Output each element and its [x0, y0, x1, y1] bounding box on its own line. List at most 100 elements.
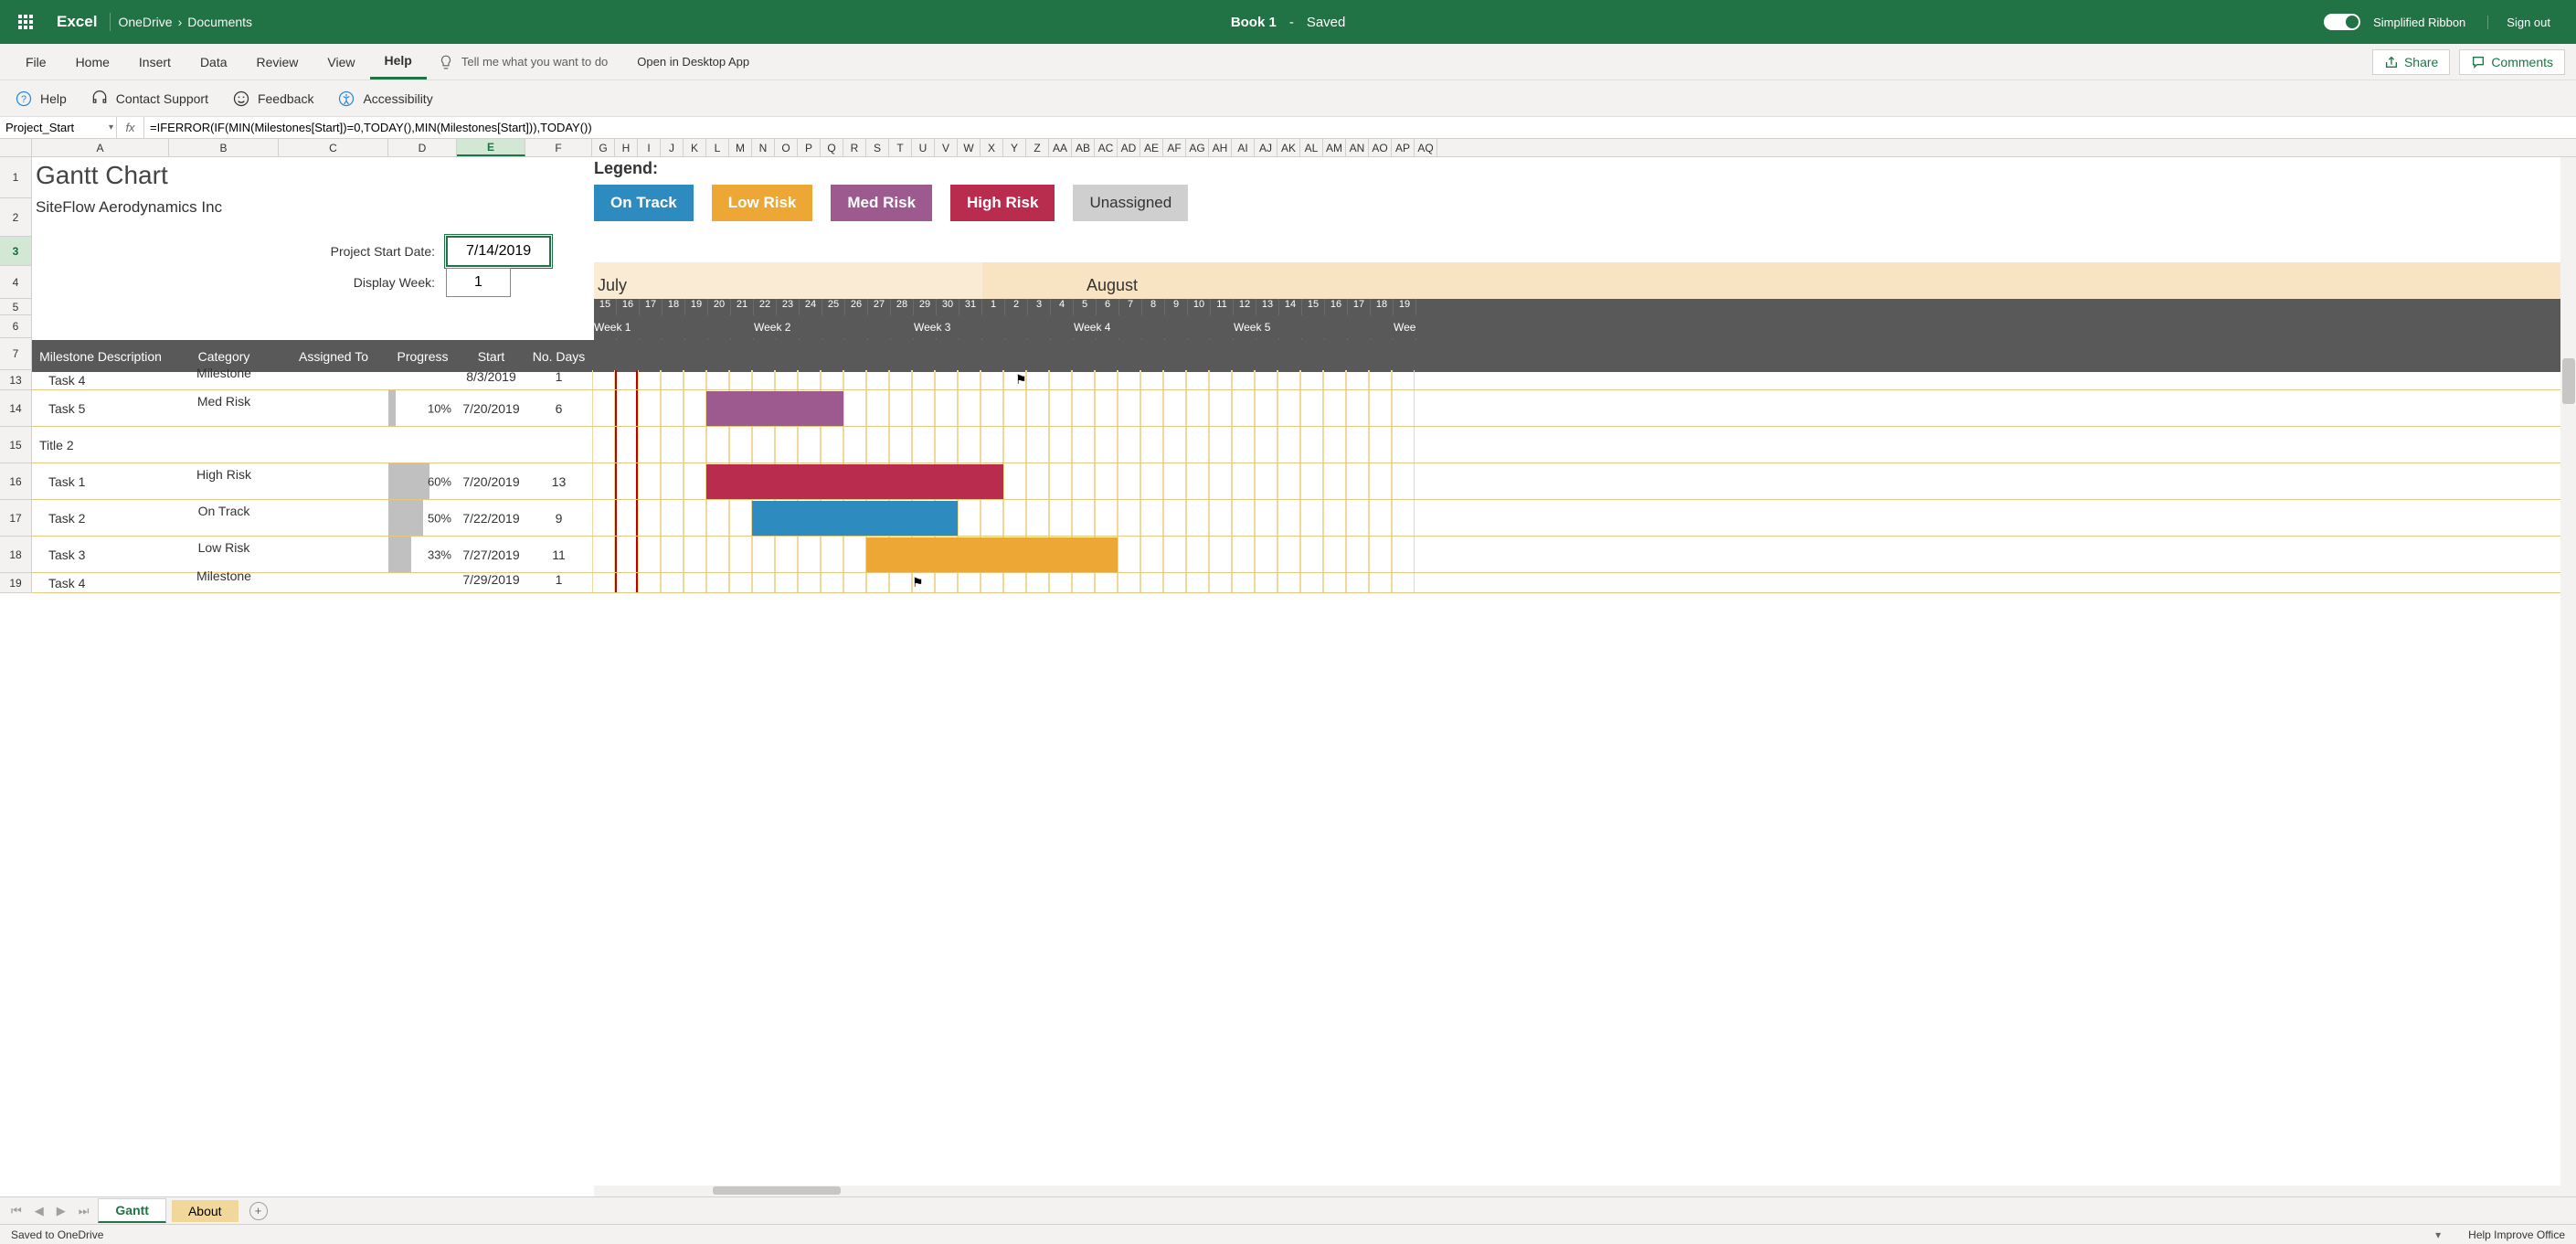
task-row[interactable]: Task 4Milestone7/29/20191⚑ — [32, 573, 2576, 593]
col-header-N[interactable]: N — [752, 139, 775, 156]
col-header-AA[interactable]: AA — [1049, 139, 1072, 156]
app-name[interactable]: Excel — [44, 13, 111, 31]
row-header-6[interactable]: 6 — [0, 315, 31, 338]
row-header-13[interactable]: 13 — [0, 370, 31, 390]
sheet-tab-gantt[interactable]: Gantt — [98, 1198, 166, 1223]
row-header-17[interactable]: 17 — [0, 500, 31, 537]
add-sheet-button[interactable]: + — [249, 1202, 268, 1220]
col-header-AG[interactable]: AG — [1186, 139, 1209, 156]
ribbon-tab-data[interactable]: Data — [186, 44, 242, 80]
status-right[interactable]: Help Improve Office — [2468, 1228, 2565, 1241]
col-header-M[interactable]: M — [729, 139, 752, 156]
row-header-4[interactable]: 4 — [0, 266, 31, 299]
sheet-tab-about[interactable]: About — [172, 1200, 239, 1222]
col-header-W[interactable]: W — [958, 139, 981, 156]
row-header-2[interactable]: 2 — [0, 198, 31, 237]
col-header-X[interactable]: X — [981, 139, 1003, 156]
col-header-G[interactable]: G — [592, 139, 615, 156]
col-header-AI[interactable]: AI — [1232, 139, 1255, 156]
col-header-D[interactable]: D — [388, 139, 457, 156]
col-header-AD[interactable]: AD — [1118, 139, 1140, 156]
col-header-L[interactable]: L — [706, 139, 729, 156]
comments-button[interactable]: Comments — [2459, 49, 2565, 75]
col-header-T[interactable]: T — [889, 139, 912, 156]
col-header-A[interactable]: A — [32, 139, 169, 156]
task-row[interactable]: Task 1High Risk60%7/20/201913 — [32, 463, 2576, 500]
col-header-Z[interactable]: Z — [1026, 139, 1049, 156]
row-header-3[interactable]: 3 — [0, 237, 31, 266]
col-header-AC[interactable]: AC — [1095, 139, 1118, 156]
col-header-I[interactable]: I — [638, 139, 661, 156]
col-header-AK[interactable]: AK — [1277, 139, 1300, 156]
v-scroll-thumb[interactable] — [2562, 358, 2575, 404]
app-launcher-icon[interactable] — [7, 15, 44, 29]
col-header-Y[interactable]: Y — [1003, 139, 1026, 156]
row-header-16[interactable]: 16 — [0, 463, 31, 500]
ribbon-tab-view[interactable]: View — [313, 44, 369, 80]
row-header-1[interactable]: 1 — [0, 157, 31, 198]
col-header-Q[interactable]: Q — [821, 139, 843, 156]
row-header-5[interactable]: 5 — [0, 299, 31, 315]
col-header-F[interactable]: F — [525, 139, 592, 156]
col-header-E[interactable]: E — [457, 139, 525, 156]
sheet-nav-last-icon[interactable]: ⏭ — [75, 1202, 93, 1220]
col-header-R[interactable]: R — [843, 139, 866, 156]
sheet-nav-first-icon[interactable]: ⏮ — [7, 1202, 26, 1220]
breadcrumb-onedrive[interactable]: OneDrive — [118, 15, 172, 29]
col-header-AO[interactable]: AO — [1369, 139, 1392, 156]
col-header-AP[interactable]: AP — [1392, 139, 1415, 156]
vertical-scrollbar[interactable] — [2560, 157, 2576, 1196]
ribbon-toggle[interactable] — [2324, 14, 2360, 30]
tell-me[interactable]: Tell me what you want to do — [438, 54, 608, 70]
task-row[interactable]: Task 5Med Risk10%7/20/20196 — [32, 390, 2576, 427]
col-header-J[interactable]: J — [661, 139, 684, 156]
task-row[interactable]: Title 2 — [32, 427, 2576, 463]
task-row[interactable]: Task 3Low Risk33%7/27/201911 — [32, 537, 2576, 573]
sign-out-link[interactable]: Sign out — [2487, 16, 2569, 29]
col-header-AM[interactable]: AM — [1323, 139, 1346, 156]
ribbon-tab-review[interactable]: Review — [242, 44, 313, 80]
row-header-15[interactable]: 15 — [0, 427, 31, 463]
status-dropdown-icon[interactable]: ▾ — [2435, 1228, 2441, 1241]
col-header-AJ[interactable]: AJ — [1255, 139, 1277, 156]
col-header-C[interactable]: C — [279, 139, 388, 156]
col-header-AL[interactable]: AL — [1300, 139, 1323, 156]
accessibility-button[interactable]: Accessibility — [337, 90, 432, 108]
row-header-18[interactable]: 18 — [0, 537, 31, 573]
col-header-S[interactable]: S — [866, 139, 889, 156]
col-header-V[interactable]: V — [935, 139, 958, 156]
col-header-B[interactable]: B — [169, 139, 279, 156]
proj-start-date-cell[interactable]: 7/14/2019 — [446, 236, 551, 267]
sheet-nav-next-icon[interactable]: ▶ — [53, 1202, 69, 1220]
ribbon-tab-home[interactable]: Home — [61, 44, 124, 80]
horizontal-scrollbar[interactable] — [594, 1186, 2560, 1196]
open-in-desktop-link[interactable]: Open in Desktop App — [637, 55, 749, 69]
row-header-14[interactable]: 14 — [0, 390, 31, 427]
sheet-nav-prev-icon[interactable]: ◀ — [31, 1202, 48, 1220]
breadcrumb-documents[interactable]: Documents — [187, 15, 252, 29]
ribbon-tab-insert[interactable]: Insert — [124, 44, 186, 80]
fx-icon[interactable]: fx — [117, 117, 144, 138]
contact-support-button[interactable]: Contact Support — [90, 90, 208, 108]
chevron-down-icon[interactable]: ▾ — [109, 122, 113, 133]
row-header-19[interactable]: 19 — [0, 573, 31, 593]
share-button[interactable]: Share — [2372, 49, 2450, 75]
h-scroll-thumb[interactable] — [713, 1186, 841, 1195]
col-header-AB[interactable]: AB — [1072, 139, 1095, 156]
col-header-AF[interactable]: AF — [1163, 139, 1186, 156]
col-header-K[interactable]: K — [684, 139, 706, 156]
ribbon-tab-file[interactable]: File — [11, 44, 61, 80]
doc-name[interactable]: Book 1 — [1231, 15, 1277, 30]
col-header-P[interactable]: P — [798, 139, 821, 156]
help-button[interactable]: ? Help — [15, 90, 67, 108]
ribbon-tab-help[interactable]: Help — [370, 44, 427, 80]
col-header-H[interactable]: H — [615, 139, 638, 156]
feedback-button[interactable]: Feedback — [232, 90, 313, 108]
task-row[interactable]: Task 4Milestone8/3/20191⚑ — [32, 370, 2576, 390]
col-header-AH[interactable]: AH — [1209, 139, 1232, 156]
worksheet[interactable]: Gantt Chart SiteFlow Aerodynamics Inc Pr… — [32, 157, 2576, 1196]
name-box[interactable]: Project_Start ▾ — [0, 117, 117, 138]
row-header-7[interactable]: 7 — [0, 338, 31, 370]
col-header-AQ[interactable]: AQ — [1415, 139, 1437, 156]
select-all-corner[interactable] — [0, 139, 32, 156]
